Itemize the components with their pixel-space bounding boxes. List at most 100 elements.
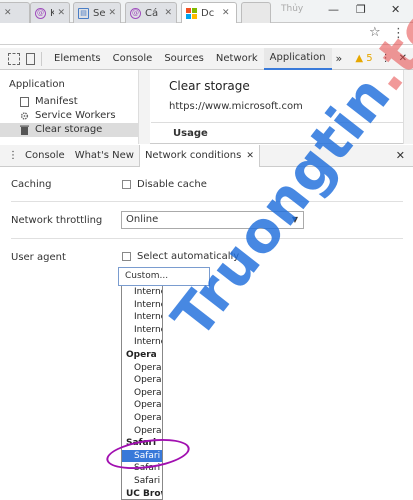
microsoft-logo-icon xyxy=(186,7,197,19)
trash-icon xyxy=(20,125,29,135)
drawer-tab-whats-new[interactable]: What's New xyxy=(70,145,139,167)
drawer-tab-network-conditions[interactable]: Network conditions ✕ xyxy=(138,144,260,167)
sidebar-item-label: Clear storage xyxy=(35,124,103,135)
dropdown-option[interactable]: Safari - xyxy=(122,449,162,463)
file-icon xyxy=(20,97,29,107)
kebab-menu-icon[interactable]: ⋮ xyxy=(392,26,405,41)
tab-title: Se xyxy=(93,7,106,19)
dropdown-option[interactable]: Interne xyxy=(122,336,162,349)
browser-tab[interactable]: ▤ Se ✕ xyxy=(73,2,121,23)
new-tab-button[interactable] xyxy=(241,2,271,23)
tab-console[interactable]: Console xyxy=(107,48,159,70)
dropdown-option[interactable]: Opera xyxy=(122,399,162,412)
document-icon: ▤ xyxy=(78,7,89,19)
clear-storage-view: Clear storage https://www.microsoft.com … xyxy=(151,70,413,144)
dropdown-option[interactable]: Safari - xyxy=(122,462,162,475)
tab-close-icon[interactable]: ✕ xyxy=(108,8,116,18)
sidebar-section-title: Application xyxy=(9,79,65,90)
tab-elements[interactable]: Elements xyxy=(48,48,107,70)
sidebar-item-manifest[interactable]: Manifest xyxy=(0,95,138,109)
warning-icon: ▲ xyxy=(355,53,364,64)
browser-tab[interactable]: @ Kế ✕ xyxy=(30,2,70,23)
disable-cache-checkbox[interactable] xyxy=(122,180,131,189)
application-panel: Application Manifest Service Workers Cle… xyxy=(0,70,413,144)
dropdown-group-label: Opera xyxy=(126,349,157,360)
toolbar-divider xyxy=(41,51,42,66)
gear-icon xyxy=(20,112,29,120)
dropdown-option[interactable]: Interne xyxy=(122,324,162,337)
bookmark-star-icon[interactable]: ☆ xyxy=(369,25,381,40)
tab-title: Kế xyxy=(50,7,55,19)
dropdown-option[interactable]: Opera xyxy=(122,374,162,387)
throttling-value: Online xyxy=(126,214,159,225)
throttling-label: Network throttling xyxy=(11,215,103,226)
user-agent-value: Custom... xyxy=(125,271,169,281)
user-agent-dropdown-list[interactable]: InterneInterneInterneInterneInterneOpera… xyxy=(121,286,163,500)
warning-badge[interactable]: ▲ 5 xyxy=(355,53,372,64)
dropdown-option[interactable]: Opera xyxy=(122,425,162,438)
minimize-icon[interactable]: — xyxy=(328,3,339,16)
tab-close-icon[interactable]: ✕ xyxy=(4,8,12,18)
drawer-tab-console[interactable]: Console xyxy=(20,145,70,167)
tab-title: Cá xyxy=(145,7,159,19)
dropdown-option[interactable]: Interne xyxy=(122,299,162,312)
dropdown-option[interactable]: Interne xyxy=(122,286,162,299)
drawer-toolbar: ⋮ Console What's New Network conditions ✕… xyxy=(0,144,413,167)
browser-tab-strip: ✕ @ Kế ✕ ▤ Se ✕ @ Cá ✕ Dc ✕ Thủy — ❐ ✕ xyxy=(0,0,413,23)
tab-application[interactable]: Application xyxy=(263,47,332,70)
tab-close-icon[interactable]: ✕ xyxy=(222,8,230,18)
sidebar-scrollbar[interactable] xyxy=(138,70,150,144)
drawer-menu-icon[interactable]: ⋮ xyxy=(8,150,20,161)
drawer-tab-label: Network conditions xyxy=(144,149,242,161)
tab-close-icon[interactable]: ✕ xyxy=(164,8,172,18)
section-divider xyxy=(11,238,403,239)
select-automatically-label[interactable]: Select automatically xyxy=(137,251,239,262)
browser-tab-active[interactable]: Dc ✕ xyxy=(181,2,237,23)
dropdown-option[interactable]: Safari - xyxy=(122,475,162,488)
tab-close-icon[interactable]: ✕ xyxy=(246,151,254,161)
tab-network[interactable]: Network xyxy=(210,48,264,70)
dropdown-option[interactable]: Opera xyxy=(122,387,162,400)
at-icon: @ xyxy=(130,7,141,19)
dropdown-option[interactable]: Opera xyxy=(122,412,162,425)
tab-close-icon[interactable]: ✕ xyxy=(57,8,65,18)
user-agent-label: User agent xyxy=(11,252,66,263)
select-automatically-checkbox[interactable] xyxy=(122,252,131,261)
devtools-toolbar: Elements Console Sources Network Applica… xyxy=(0,47,413,70)
inspect-element-icon[interactable] xyxy=(8,52,20,65)
sidebar-item-service-workers[interactable]: Service Workers xyxy=(0,109,138,123)
devtools-close-icon[interactable]: ✕ xyxy=(399,53,407,64)
sidebar-item-label: Service Workers xyxy=(35,110,116,121)
dropdown-option[interactable]: Interne xyxy=(122,311,162,324)
address-bar[interactable]: ☆ ⋮ xyxy=(0,23,413,45)
window-close-icon[interactable]: ✕ xyxy=(391,3,400,16)
dropdown-group-label: Safari xyxy=(126,438,157,449)
sidebar-item-label: Manifest xyxy=(35,96,78,107)
disable-cache-label[interactable]: Disable cache xyxy=(137,179,207,190)
user-agent-select[interactable]: Custom... xyxy=(118,267,210,286)
restore-icon[interactable]: ❐ xyxy=(356,3,366,16)
more-tabs-button[interactable]: » xyxy=(332,52,347,65)
browser-tab[interactable]: ✕ xyxy=(0,2,30,23)
browser-tab[interactable]: @ Cá ✕ xyxy=(125,2,177,23)
application-sidebar: Application Manifest Service Workers Cle… xyxy=(0,70,150,144)
profile-name[interactable]: Thủy xyxy=(281,4,303,14)
sidebar-item-clear-storage[interactable]: Clear storage xyxy=(0,123,138,137)
drawer-close-icon[interactable]: ✕ xyxy=(396,149,405,162)
throttling-select[interactable]: Online ▼ xyxy=(121,211,304,229)
origin-url: https://www.microsoft.com xyxy=(169,101,303,112)
dropdown-arrow-icon: ▼ xyxy=(291,215,298,224)
caching-label: Caching xyxy=(11,179,52,190)
tab-title: Dc xyxy=(201,7,215,19)
device-toolbar-icon[interactable] xyxy=(26,52,35,65)
usage-heading: Usage xyxy=(151,122,413,144)
dropdown-group-label: UC Brow xyxy=(126,488,162,499)
section-divider xyxy=(11,201,403,202)
dropdown-option[interactable]: Opera xyxy=(122,362,162,375)
page-title: Clear storage xyxy=(169,79,250,93)
devtools-menu-icon[interactable]: ⋮ xyxy=(381,53,391,64)
warning-count: 5 xyxy=(366,53,373,64)
main-scrollbar[interactable] xyxy=(403,70,413,144)
at-icon: @ xyxy=(35,7,46,19)
tab-sources[interactable]: Sources xyxy=(158,48,210,70)
